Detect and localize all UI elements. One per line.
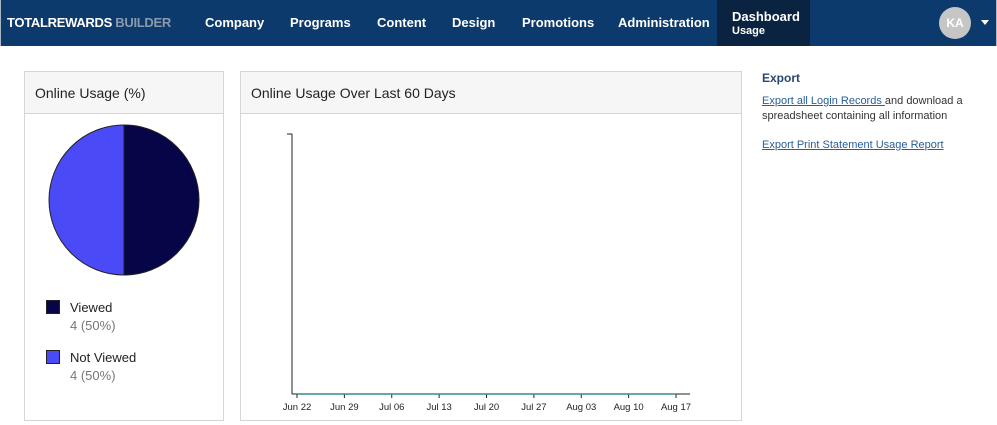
brand-logo[interactable]: TOTALREWARDS BUILDER <box>7 15 171 30</box>
nav-design[interactable]: Design <box>452 15 495 30</box>
usage-pie-chart <box>48 124 200 276</box>
brand-suffix: BUILDER <box>111 15 171 30</box>
x-tick-label: Jul 27 <box>521 402 546 413</box>
x-tick-label: Jul 06 <box>379 402 404 413</box>
usage-line-chart: Jun 22 Jun 29 Jul 06 Jul 13 Jul 20 Jul 27 Aug … <box>283 133 691 413</box>
nav-content[interactable]: Content <box>377 15 426 30</box>
nav-dashboard-usage[interactable]: Dashboard Usage <box>717 0 810 46</box>
pie-slice-viewed <box>123 124 200 276</box>
legend-swatch-viewed <box>46 300 60 314</box>
x-tick-label: Jun 29 <box>330 402 359 413</box>
x-tick-label: Aug 10 <box>614 402 644 413</box>
export-login-description: Export all Login Records and download a … <box>762 94 987 124</box>
user-avatar[interactable]: KA <box>939 7 971 39</box>
export-heading: Export <box>762 71 801 85</box>
x-tick-label: Aug 03 <box>566 402 596 413</box>
x-tick-label: Jun 22 <box>283 402 312 413</box>
chevron-down-icon[interactable] <box>981 20 989 25</box>
panel-header: Online Usage Over Last 60 Days <box>241 72 741 114</box>
top-navigation-bar: TOTALREWARDS BUILDER Company Programs Co… <box>0 0 997 46</box>
nav-usage-label: Usage <box>732 25 766 37</box>
nav-programs[interactable]: Programs <box>290 15 351 30</box>
x-tick-label: Jul 13 <box>426 402 451 413</box>
export-print-usage-link[interactable]: Export Print Statement Usage Report <box>762 139 944 151</box>
legend-value-not-viewed: 4 (50%) <box>70 368 116 383</box>
nav-administration[interactable]: Administration <box>618 15 710 30</box>
panel-title: Online Usage (%) <box>35 85 146 101</box>
nav-dashboard-label: Dashboard <box>732 9 800 24</box>
nav-company[interactable]: Company <box>205 15 264 30</box>
panel-header: Online Usage (%) <box>25 72 223 114</box>
nav-promotions[interactable]: Promotions <box>522 15 594 30</box>
legend-value-viewed: 4 (50%) <box>70 318 116 333</box>
online-usage-panel: Online Usage (%) Viewed 4 (50%) Not View… <box>24 71 224 421</box>
legend-label-not-viewed: Not Viewed <box>70 350 137 365</box>
legend-label-viewed: Viewed <box>70 300 113 315</box>
export-print-usage-wrap: Export Print Statement Usage Report <box>762 139 944 151</box>
x-tick-label: Jul 20 <box>474 402 499 413</box>
x-tick-label: Aug 17 <box>661 402 691 413</box>
legend-swatch-not-viewed <box>46 350 60 364</box>
export-login-records-link[interactable]: Export all Login Records <box>762 95 885 107</box>
usage-trend-panel: Online Usage Over Last 60 Days Jun 22 Jun… <box>240 71 742 421</box>
brand-name: TOTALREWARDS <box>7 15 112 30</box>
pie-slice-not-viewed <box>48 124 125 276</box>
panel-title: Online Usage Over Last 60 Days <box>251 85 456 101</box>
